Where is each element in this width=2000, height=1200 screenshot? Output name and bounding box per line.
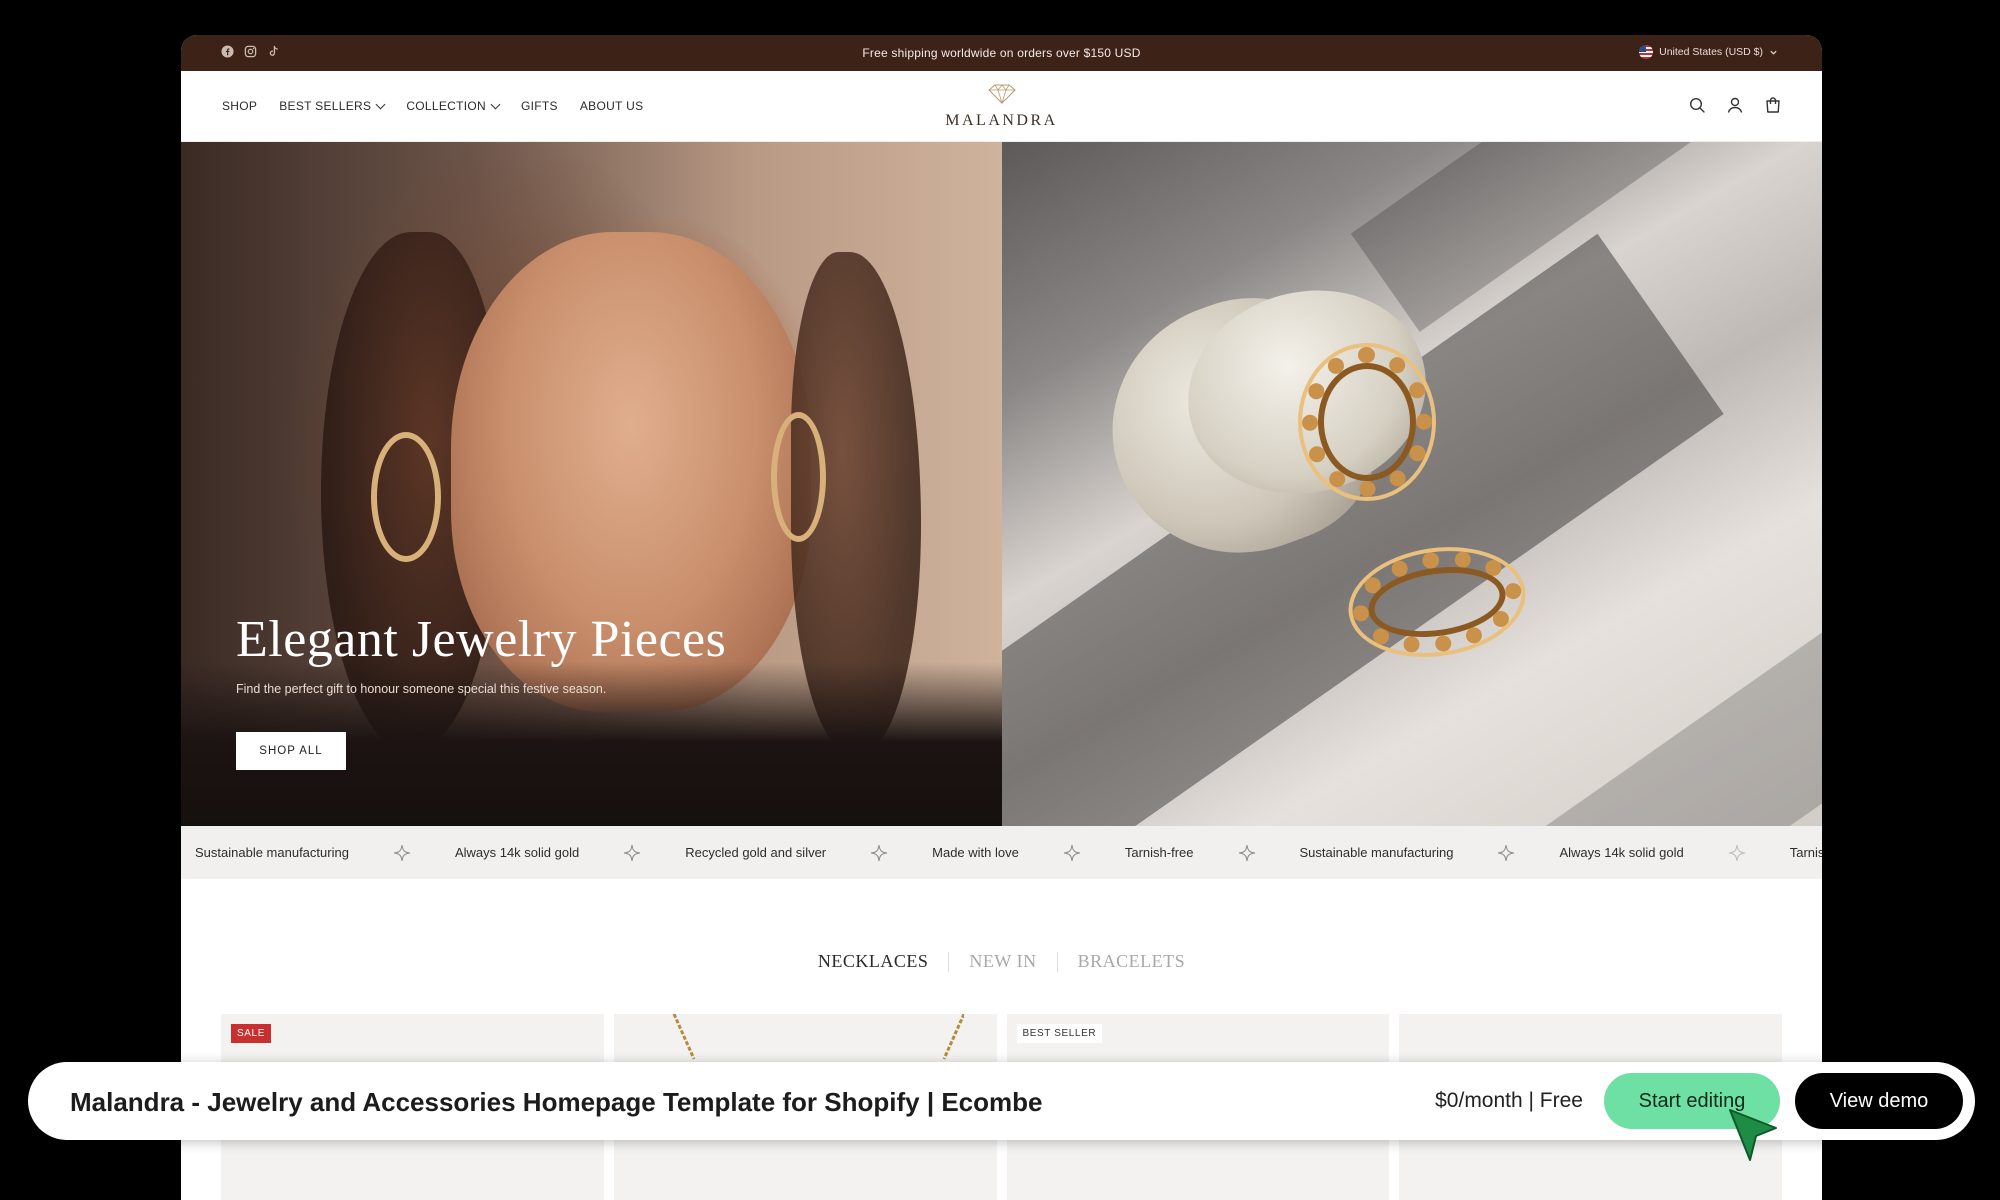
hero-model-image: Elegant Jewelry Pieces Find the perfect …	[181, 142, 1002, 826]
marquee-track: Sustainable manufacturing Always 14k sol…	[195, 826, 1822, 879]
tab-necklaces[interactable]: NECKLACES	[798, 951, 949, 972]
diamond-logo-icon	[987, 84, 1016, 105]
hero-earrings-image	[1002, 142, 1822, 826]
announcement-bar: Free shipping worldwide on orders over $…	[181, 35, 1822, 71]
sparkle-icon	[1238, 844, 1255, 861]
hero-image-right-hoop	[771, 412, 826, 542]
sparkle-icon	[1063, 844, 1080, 861]
marquee-item: Tarnish-free	[1124, 845, 1194, 860]
sale-badge: SALE	[231, 1024, 271, 1043]
tab-bracelets[interactable]: BRACELETS	[1058, 951, 1206, 972]
marquee-item: Sustainable manufacturing	[195, 845, 349, 860]
header-actions	[1688, 96, 1782, 114]
sparkle-icon	[1728, 844, 1745, 861]
hero-image-left-hoop	[371, 432, 441, 562]
sparkle-icon	[393, 844, 410, 861]
hero-image-shadow	[1516, 502, 1822, 826]
announcement-text: Free shipping worldwide on orders over $…	[862, 46, 1141, 60]
marquee-item: Recycled gold and silver	[685, 845, 827, 860]
sparkle-icon	[624, 844, 641, 861]
collection-tabs: NECKLACES NEW IN BRACELETS	[181, 951, 1822, 972]
cursor-pointer-icon	[1729, 1109, 1777, 1161]
hero-image-hoop-earring	[1302, 347, 1432, 497]
chevron-down-icon	[1770, 50, 1777, 55]
browser-frame: Free shipping worldwide on orders over $…	[181, 35, 1822, 1200]
sparkle-icon	[1498, 844, 1515, 861]
marquee-item: Tarnish-free	[1789, 845, 1822, 860]
region-label: United States (USD $)	[1659, 46, 1763, 58]
template-promo-bar: Malandra - Jewelry and Accessories Homep…	[28, 1062, 1975, 1140]
template-title: Malandra - Jewelry and Accessories Homep…	[70, 1087, 1043, 1117]
brand-name: MALANDRA	[945, 112, 1058, 129]
account-icon[interactable]	[1726, 96, 1744, 114]
hero-subtitle: Find the perfect gift to honour someone …	[236, 682, 607, 696]
view-demo-button[interactable]: View demo	[1795, 1073, 1963, 1129]
marquee-item: Always 14k solid gold	[1559, 845, 1684, 860]
brand-logo[interactable]: MALANDRA	[181, 83, 1822, 130]
tab-new-in[interactable]: NEW IN	[949, 951, 1056, 972]
sparkle-icon	[871, 844, 888, 861]
best-seller-badge: BEST SELLER	[1016, 1024, 1103, 1043]
region-selector[interactable]: United States (USD $)	[1639, 45, 1778, 59]
marquee-item: Always 14k solid gold	[454, 845, 580, 860]
marquee-item: Sustainable manufacturing	[1299, 845, 1454, 860]
hero-banner: Elegant Jewelry Pieces Find the perfect …	[181, 142, 1822, 826]
marquee-item: Made with love	[932, 845, 1019, 860]
site-header: SHOP BEST SELLERS COLLECTION GIFTS ABOUT…	[181, 71, 1822, 142]
us-flag-icon	[1639, 45, 1654, 59]
template-price: $0/month | Free	[1435, 1089, 1583, 1112]
cart-icon[interactable]	[1764, 96, 1782, 114]
search-icon[interactable]	[1688, 96, 1706, 114]
features-marquee: Sustainable manufacturing Always 14k sol…	[181, 826, 1822, 879]
shop-all-button[interactable]: SHOP ALL	[236, 732, 346, 770]
hero-title: Elegant Jewelry Pieces	[236, 611, 727, 668]
